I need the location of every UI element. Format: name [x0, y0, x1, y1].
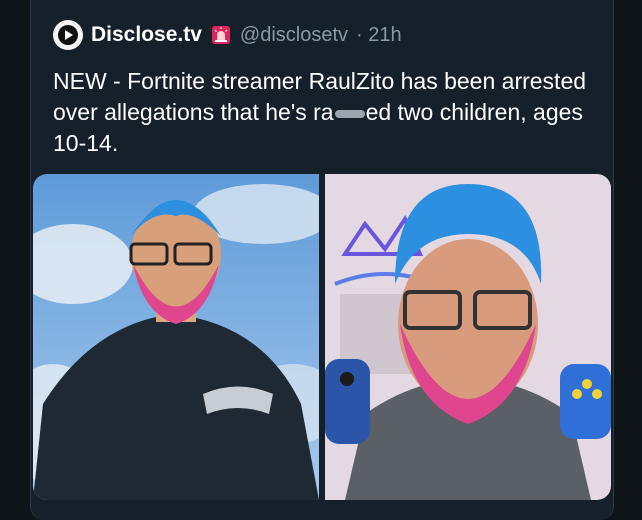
redaction-mark [334, 109, 365, 118]
tweet-text: NEW - Fortnite streamer RaulZito has bee… [53, 66, 593, 159]
tweet-card[interactable]: Disclose.tv @disclosetv · 21h NEW - Fort… [30, 0, 614, 520]
display-name[interactable]: Disclose.tv [91, 23, 202, 47]
tweet-header: Disclose.tv @disclosetv · 21h [53, 18, 402, 52]
media-grid [33, 174, 611, 500]
photo-left[interactable] [33, 174, 319, 500]
photo-right[interactable] [325, 174, 611, 500]
avatar[interactable] [53, 20, 83, 50]
timestamp[interactable]: · 21h [356, 24, 402, 47]
play-logo-icon [58, 25, 78, 45]
siren-icon [211, 26, 230, 44]
handle[interactable]: @disclosetv [240, 24, 348, 47]
